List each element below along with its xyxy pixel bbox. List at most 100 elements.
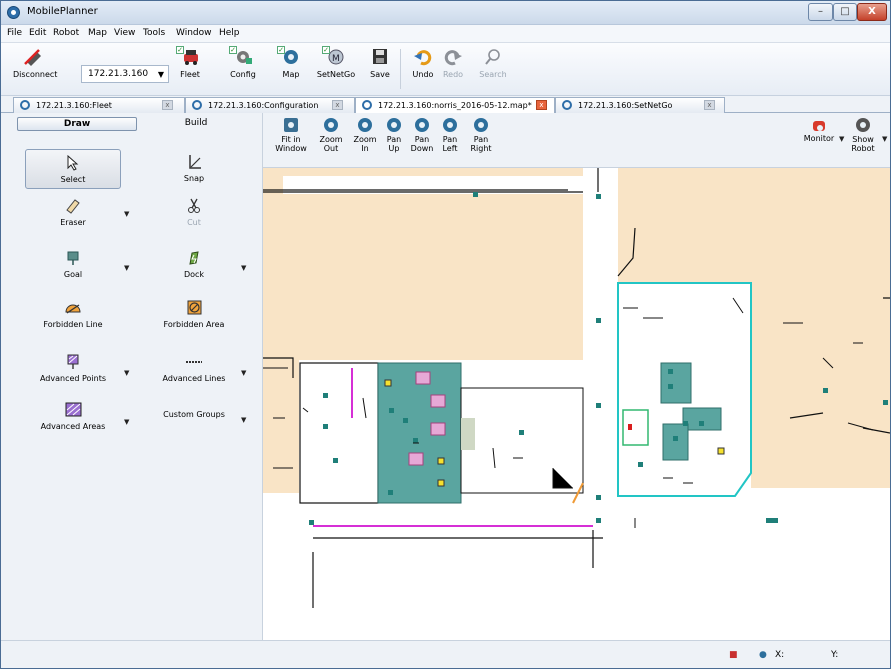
goal-dropdown-arrow[interactable]: ▼ — [124, 264, 129, 272]
eraser-tool[interactable]: Eraser — [25, 193, 121, 233]
tab-configuration[interactable]: 172.21.3.160:Configuration x — [185, 97, 355, 113]
snap-tool[interactable]: Snap — [146, 149, 242, 189]
menu-help[interactable]: Help — [219, 28, 240, 38]
map-area-outline — [622, 409, 649, 446]
monitor-dropdown-arrow[interactable]: ▼ — [839, 135, 844, 143]
close-button[interactable]: X — [857, 3, 887, 21]
fit-in-window-button[interactable]: Fit in Window — [271, 118, 311, 153]
fleet-button[interactable]: ✓ Fleet — [173, 46, 207, 79]
save-button[interactable]: Save — [368, 48, 392, 79]
map-floor-region — [263, 192, 583, 360]
map-canvas[interactable] — [263, 168, 890, 640]
advanced-points-dropdown-arrow[interactable]: ▼ — [124, 369, 129, 377]
checkbox-icon: ✓ — [277, 46, 285, 54]
cut-tool[interactable]: Cut — [146, 193, 242, 233]
robot-status-icon: ■ — [729, 650, 738, 660]
map-corridor — [283, 176, 583, 194]
menu-tools[interactable]: Tools — [143, 28, 165, 38]
map-goal — [668, 369, 673, 374]
config-button[interactable]: ✓ Config — [226, 46, 260, 79]
undo-label: Undo — [412, 70, 434, 79]
menu-view[interactable]: View — [114, 28, 135, 38]
map-goal — [883, 400, 888, 405]
menu-file[interactable]: File — [7, 28, 22, 38]
advanced-areas-tool-label: Advanced Areas — [40, 422, 106, 431]
map-goal — [683, 421, 688, 426]
dock-tool[interactable]: Dock — [146, 245, 242, 285]
ip-address-combo[interactable]: 172.21.3.160 ▼ — [81, 65, 169, 83]
map-yellow-point — [437, 457, 445, 465]
dock-dropdown-arrow[interactable]: ▼ — [241, 264, 246, 272]
setnetgo-icon: ✓ M — [322, 46, 346, 66]
redo-icon — [443, 48, 463, 66]
maximize-button[interactable]: □ — [833, 3, 857, 21]
map-goal — [473, 192, 478, 197]
pan-left-button[interactable]: Pan Left — [439, 118, 461, 153]
disconnect-button[interactable]: Disconnect — [13, 48, 57, 79]
tab-close-icon[interactable]: x — [162, 100, 173, 110]
snap-tool-label: Snap — [183, 174, 205, 183]
setnetgo-button[interactable]: ✓ M SetNetGo — [316, 46, 356, 79]
monitor-button[interactable]: Monitor — [799, 118, 839, 143]
zoom-out-button[interactable]: Zoom Out — [318, 118, 344, 153]
map-goal — [699, 421, 704, 426]
cut-tool-label: Cut — [187, 218, 201, 227]
dock-icon — [185, 250, 203, 266]
map-drawing[interactable] — [263, 168, 890, 640]
pan-right-button[interactable]: Pan Right — [467, 118, 495, 153]
advanced-lines-dropdown-arrow[interactable]: ▼ — [241, 369, 246, 377]
show-robot-dropdown-arrow[interactable]: ▼ — [882, 135, 887, 143]
map-goal — [519, 430, 524, 435]
map-goal — [766, 518, 778, 523]
tab-close-icon[interactable]: x — [704, 100, 715, 110]
eraser-icon — [64, 198, 82, 214]
select-tool[interactable]: Select — [25, 149, 121, 189]
build-mode-button[interactable]: Build — [146, 117, 246, 131]
setnetgo-label: SetNetGo — [316, 70, 356, 79]
select-tool-label: Select — [60, 175, 86, 184]
eraser-dropdown-arrow[interactable]: ▼ — [124, 210, 129, 218]
forbidden-area-tool[interactable]: Forbidden Area — [146, 295, 242, 335]
zoom-out-label-2: Out — [323, 144, 339, 153]
menu-edit[interactable]: Edit — [29, 28, 46, 38]
tab-map-icon — [562, 100, 572, 110]
pan-down-label-1: Pan — [414, 135, 430, 144]
menu-window[interactable]: Window — [176, 28, 212, 38]
map-button[interactable]: ✓ Map — [276, 46, 306, 79]
eraser-tool-label: Eraser — [60, 218, 86, 227]
tab-close-icon[interactable]: x — [332, 100, 343, 110]
map-area-small — [461, 418, 475, 450]
checkbox-icon: ✓ — [176, 46, 184, 54]
search-label: Search — [479, 70, 507, 79]
map-goal — [668, 384, 673, 389]
tab-map-norris[interactable]: 172.21.3.160:norris_2016-05-12.map* x — [355, 97, 555, 113]
tab-setnetgo[interactable]: 172.21.3.160:SetNetGo x — [555, 97, 725, 113]
undo-button[interactable]: Undo — [411, 48, 435, 79]
show-robot-button[interactable]: Show Robot — [847, 118, 879, 153]
menu-robot[interactable]: Robot — [53, 28, 79, 38]
map-yellow-point — [384, 379, 392, 387]
advanced-areas-dropdown-arrow[interactable]: ▼ — [124, 418, 129, 426]
search-button[interactable]: Search — [477, 48, 509, 79]
pan-up-button[interactable]: Pan Up — [382, 118, 406, 153]
minimize-button[interactable]: – — [808, 3, 833, 21]
custom-groups-dropdown-arrow[interactable]: ▼ — [241, 416, 246, 424]
draw-mode-button[interactable]: Draw — [17, 117, 137, 131]
map-goal — [323, 424, 328, 429]
menu-map[interactable]: Map — [88, 28, 107, 38]
advanced-areas-tool[interactable]: Advanced Areas — [25, 397, 121, 437]
map-goal — [596, 495, 601, 500]
tab-fleet[interactable]: 172.21.3.160:Fleet x — [13, 97, 185, 113]
map-floor-region — [263, 360, 299, 510]
fleet-icon: ✓ — [176, 46, 200, 66]
tab-close-icon[interactable]: x — [536, 100, 547, 110]
pan-down-button[interactable]: Pan Down — [408, 118, 436, 153]
map-editor-tool-panel: Draw Build Select Snap Eraser ▼ Cut Goal… — [1, 113, 263, 640]
redo-button[interactable]: Redo — [441, 48, 465, 79]
custom-groups-tool[interactable]: Custom Groups — [146, 405, 242, 427]
goal-tool[interactable]: Goal — [25, 245, 121, 285]
advanced-points-tool[interactable]: Advanced Points — [25, 349, 121, 389]
zoom-in-button[interactable]: Zoom In — [352, 118, 378, 153]
forbidden-line-tool[interactable]: Forbidden Line — [25, 295, 121, 335]
advanced-lines-tool[interactable]: Advanced Lines — [146, 349, 242, 389]
